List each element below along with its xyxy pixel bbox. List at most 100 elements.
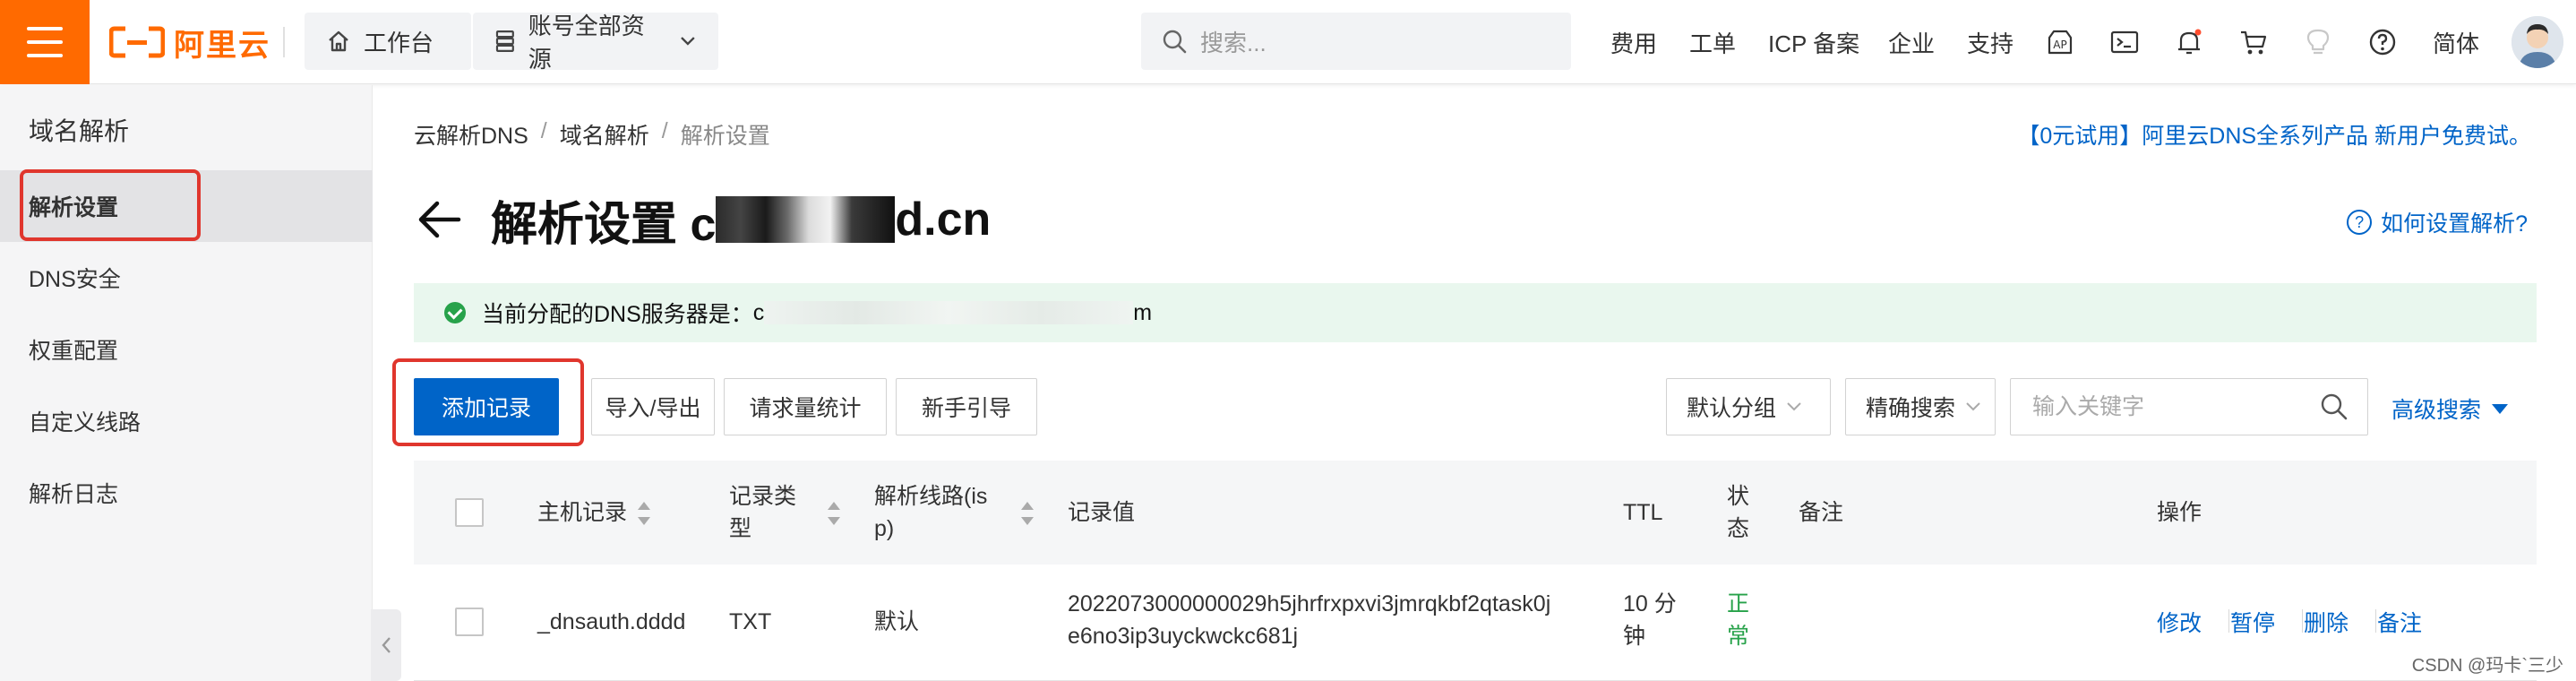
- nav-enterprise[interactable]: 企业: [1888, 0, 1935, 84]
- col-status-line2: 态: [1727, 516, 1750, 541]
- sidebar-title: 域名解析: [29, 117, 130, 145]
- edit-record-link[interactable]: 修改: [2157, 606, 2202, 638]
- page-title-tld: d.cn: [895, 194, 992, 246]
- remark-record-link[interactable]: 备注: [2377, 606, 2422, 638]
- keyword-search-input[interactable]: [2010, 378, 2368, 435]
- svg-text:AP: AP: [2053, 39, 2066, 51]
- back-arrow-icon[interactable]: [414, 194, 464, 245]
- row-line: 默认: [874, 609, 920, 634]
- sidebar-item-label: 权重配置: [29, 339, 119, 364]
- help-icon[interactable]: [2365, 24, 2400, 60]
- group-select[interactable]: 默认分组: [1666, 378, 1831, 435]
- search-icon[interactable]: [2318, 391, 2350, 423]
- aliyun-logo[interactable]: 阿里云: [109, 20, 270, 65]
- breadcrumb-domain-dns[interactable]: 域名解析: [560, 118, 649, 151]
- promo-link[interactable]: 【0元试用】阿里云DNS全系列产品 新用户免费试。: [2017, 118, 2531, 151]
- action-separator: [2302, 609, 2303, 633]
- add-record-label: 添加记录: [441, 396, 531, 421]
- nav-support[interactable]: 支持: [1967, 0, 2014, 84]
- breadcrumb-separator: /: [661, 118, 668, 143]
- dns-server-banner: 当前分配的DNS服务器是： c m: [414, 283, 2537, 342]
- sidebar-item-dns-settings[interactable]: 解析设置: [0, 170, 373, 242]
- top-bar: 阿里云 工作台 账号全部资源 搜索... 费用 工单 ICP 备案 企业 支持: [0, 0, 2576, 84]
- menu-icon[interactable]: [0, 0, 90, 84]
- col-ttl: TTL: [1623, 500, 1663, 525]
- select-all-checkbox[interactable]: [455, 498, 484, 527]
- sidebar-item-label: 解析日志: [29, 482, 119, 507]
- action-separator: [2375, 609, 2376, 633]
- avatar[interactable]: [2512, 16, 2563, 68]
- col-actions: 操作: [2157, 500, 2202, 525]
- group-select-value: 默认分组: [1687, 396, 1777, 421]
- nav-tickets-label: 工单: [1689, 30, 1737, 57]
- global-search-input[interactable]: 搜索...: [1141, 13, 1571, 70]
- sidebar-item-dns-logs[interactable]: 解析日志: [0, 457, 373, 529]
- language-switch[interactable]: 简体: [2433, 0, 2479, 84]
- how-to-setup-link[interactable]: ? 如何设置解析?: [2347, 206, 2528, 238]
- col-status-line1: 状: [1727, 484, 1750, 509]
- lightbulb-icon[interactable]: [2300, 24, 2336, 60]
- header-divider: [283, 27, 285, 57]
- sort-line-icon[interactable]: [1021, 502, 1034, 525]
- bell-icon[interactable]: [2171, 24, 2207, 60]
- dns-server-value-end: m: [1133, 299, 1153, 325]
- redacted-dns-servers: [764, 301, 1134, 324]
- language-label: 简体: [2433, 30, 2480, 57]
- home-icon: [329, 30, 348, 52]
- question-icon: ?: [2347, 210, 2373, 235]
- nav-tickets[interactable]: 工单: [1689, 0, 1736, 84]
- delete-record-link[interactable]: 删除: [2304, 606, 2348, 638]
- logo-text: 阿里云: [174, 28, 270, 63]
- col-remark: 备注: [1799, 500, 1844, 525]
- col-type: 记录类 型: [729, 480, 796, 545]
- sidebar-item-weight-config[interactable]: 权重配置: [0, 314, 373, 385]
- nav-fees[interactable]: 费用: [1610, 0, 1657, 84]
- breadcrumb-cloud-dns[interactable]: 云解析DNS: [414, 118, 528, 151]
- global-search-placeholder: 搜索...: [1200, 29, 1267, 56]
- request-stats-label: 请求量统计: [749, 396, 862, 421]
- nav-enterprise-label: 企业: [1888, 30, 1936, 57]
- advanced-search-label: 高级搜索: [2391, 398, 2482, 423]
- beginner-guide-button[interactable]: 新手引导: [896, 378, 1037, 435]
- request-stats-button[interactable]: 请求量统计: [724, 378, 887, 435]
- sidebar-item-dns-security[interactable]: DNS安全: [0, 242, 373, 314]
- match-mode-value: 精确搜索: [1866, 396, 1956, 421]
- row-value-line1: 2022073000000029h5jhrfrxpxvi3jmrqkbf2qta…: [1068, 591, 1551, 616]
- row-ttl: 10 分 钟: [1623, 588, 1677, 652]
- import-export-button[interactable]: 导入/导出: [591, 378, 715, 435]
- col-line-line1: 解析线路(is: [874, 484, 988, 509]
- page-title: 解析设置 c: [491, 198, 717, 251]
- chevron-down-icon: [681, 37, 695, 46]
- page-title-row: 解析设置 c d.cn: [414, 188, 991, 251]
- search-icon: [1163, 30, 1187, 54]
- nav-icp[interactable]: ICP 备案: [1768, 0, 1859, 84]
- table-header: 主机记录 记录类 型 解析线路(is p) 记录值 TTL 状 态 备注 操作: [414, 461, 2537, 565]
- pause-record-link[interactable]: 暂停: [2230, 606, 2275, 638]
- sidebar-item-custom-lines[interactable]: 自定义线路: [0, 385, 373, 457]
- app-icon[interactable]: AP: [2042, 24, 2078, 60]
- table-row: _dnsauth.dddd TXT 默认 2022073000000029h5j…: [414, 565, 2537, 681]
- caret-down-icon: [2492, 403, 2509, 414]
- chevron-down-icon: [1787, 402, 1801, 411]
- terminal-icon[interactable]: [2107, 24, 2142, 60]
- workbench-button[interactable]: 工作台: [305, 13, 471, 70]
- resource-scope-dropdown[interactable]: 账号全部资源: [473, 13, 718, 73]
- breadcrumb-current: 解析设置: [680, 124, 770, 149]
- aliyun-logo-icon: [109, 26, 165, 58]
- match-mode-select[interactable]: 精确搜索: [1845, 378, 1996, 435]
- sidebar-collapse-button[interactable]: [371, 609, 401, 681]
- row-checkbox[interactable]: [455, 608, 484, 636]
- row-ttl-line1: 10 分: [1623, 591, 1677, 616]
- sort-type-icon[interactable]: [828, 502, 840, 525]
- col-type-line2: 型: [729, 516, 752, 541]
- row-value: 2022073000000029h5jhrfrxpxvi3jmrqkbf2qta…: [1068, 588, 1550, 652]
- advanced-search-toggle[interactable]: 高级搜索: [2391, 392, 2509, 425]
- col-line-line2: p): [874, 516, 895, 541]
- cart-icon[interactable]: [2236, 24, 2271, 60]
- beginner-guide-label: 新手引导: [921, 396, 1011, 421]
- sort-host-icon[interactable]: [638, 502, 650, 525]
- dns-server-value-start: c: [752, 299, 765, 325]
- dns-server-label: 当前分配的DNS服务器是：: [482, 302, 753, 327]
- add-record-button[interactable]: 添加记录: [414, 378, 559, 435]
- stack-icon: [495, 30, 514, 52]
